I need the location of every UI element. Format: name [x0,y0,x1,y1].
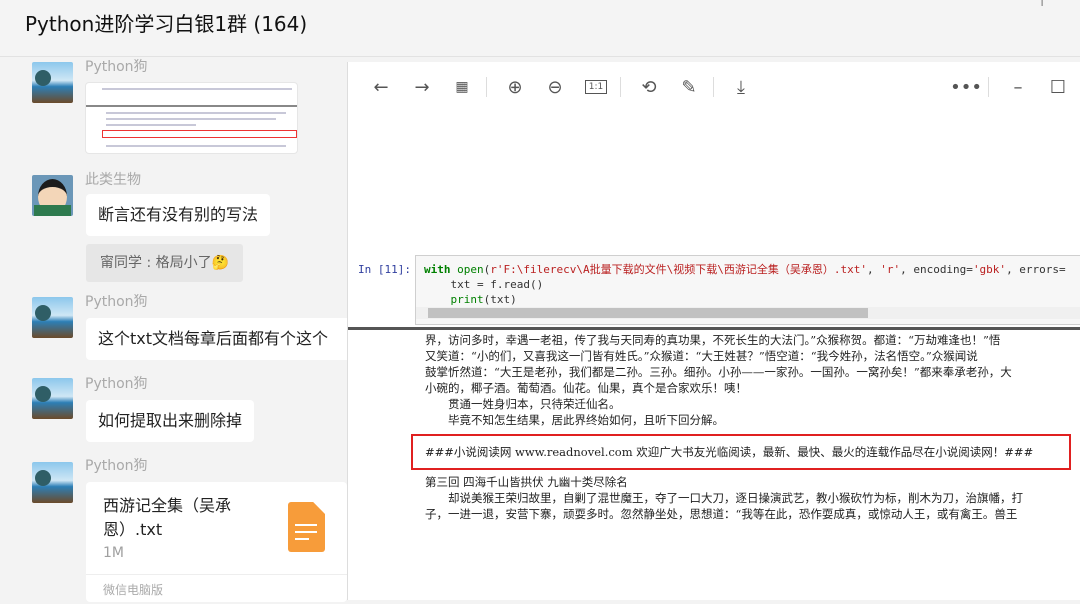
avatar[interactable] [32,462,73,503]
message-bubble[interactable]: 如何提取出来删除掉 [86,400,255,442]
sender-name: 此类生物 [85,172,141,188]
sender-name: Python狗 [85,59,148,75]
forward-arrow-icon[interactable]: → [409,74,435,100]
output-line: 却说美猴王荣归故里，自剿了混世魔王，夺了一口大刀，逐日操演武艺，教小猴砍竹为标，… [448,491,1023,505]
cell-prompt: In [11]: [358,263,411,276]
code-token: with [424,263,451,276]
zoom-out-icon[interactable]: ⊖ [542,74,568,100]
avatar[interactable] [32,378,73,419]
code-token: print [450,293,484,306]
message-bubble[interactable]: 这个txt文档每章后面都有个这个 [86,318,356,360]
sender-name: Python狗 [85,376,148,392]
code-token: r'F:\filerecv\A批量下载的文件\视频下载\西游记全集（吴承恩）.t… [490,263,867,276]
sender-name: Python狗 [85,294,148,310]
output-line: 鼓掌忻然道：“大王是老孙，我们都是二孙。三孙。细孙。小孙——一家孙。一国孙。一窝… [425,365,1012,379]
image-thumbnail[interactable] [85,82,298,154]
code-token: open [457,263,484,276]
edit-icon[interactable]: ✎ [676,74,702,100]
download-icon[interactable]: ⤓ [728,74,754,100]
document-icon [288,502,325,552]
back-arrow-icon[interactable]: ← [368,74,394,100]
code-token: , encoding= [900,263,973,276]
code-token: , errors= [1006,263,1066,276]
maximize-icon[interactable]: ☐ [1045,74,1071,100]
minimize-icon[interactable]: – [1005,74,1031,100]
code-token: 'gbk' [972,263,1007,276]
chat-title: Python进阶学习白银1群 (164) [25,12,308,36]
chapter-title: 第三回 四海千山皆拱伏 九幽十类尽除名 [425,475,628,489]
output-line: 毕竟不知怎生结果，居此界终始如何，且听下回分解。 [448,413,724,427]
code-line: txt = f.read() [424,278,544,291]
file-card[interactable]: 西游记全集（吴承恩）.txt 1M 微信电脑版 [86,482,347,602]
image-viewer: ← → ▦ ⊕ ⊖ 1:1 ⟲ ✎ ⤓ ••• – ☐ In [11]: wit… [347,62,1080,600]
file-size: 1M [103,545,124,561]
file-name: 西游记全集（吴承恩）.txt [103,496,232,539]
notebook-code-cell[interactable]: In [11]: with open(r'F:\filerecv\A批量下载的文… [348,255,1080,327]
viewer-toolbar: ← → ▦ ⊕ ⊖ 1:1 ⟲ ✎ ⤓ ••• – ☐ [348,62,1080,112]
output-line: 贯通一姓身归本，只待荣迁仙名。 [448,397,621,411]
output-line: 子，一进一退，安营下寨，顽耍多时。忽然静坐处，思想道：“我等在此，恐作耍成真，或… [425,507,1018,521]
horizontal-scrollbar[interactable] [416,307,1080,319]
grid-icon[interactable]: ▦ [449,74,475,100]
rotate-icon[interactable]: ⟲ [636,74,662,100]
avatar[interactable] [32,175,73,216]
avatar[interactable] [32,297,73,338]
chat-header: Python进阶学习白银1群 (164) ⊤ [0,0,1080,57]
code-token: (txt) [483,293,517,306]
output-line: 小碗的，椰子酒。葡萄酒。仙花。仙果，真个是合家欢乐！咦！ [425,381,747,395]
pin-icon[interactable]: ⊤ [1036,0,1048,10]
zoom-in-icon[interactable]: ⊕ [502,74,528,100]
output-line: 界，访问多时，幸遇一老祖，传了我与天同寿的真功果，不死长生的大法门。”众猴称贺。… [425,333,1001,347]
more-icon[interactable]: ••• [950,74,982,100]
code-token: , [866,263,881,276]
message-bubble[interactable]: 断言还有没有别的写法 [86,194,271,236]
cell-output: 界，访问多时，幸遇一老祖，传了我与天同寿的真功果，不死长生的大法门。”众猴称贺。… [348,327,1080,537]
quoted-message[interactable]: 甯同学 : 格局小了🤔 [86,244,244,282]
avatar[interactable] [32,62,73,103]
actual-size-icon[interactable]: 1:1 [583,74,609,100]
code-token: 'r' [880,263,901,276]
output-line: 又笑道：“小的们，又喜我这一门皆有姓氏。”众猴道：“大王姓甚？”悟空道：“我今姓… [425,349,978,363]
highlighted-ad-line: ###小说阅读网 www.readnovel.com 欢迎广大书友光临阅读，最新… [411,434,1071,470]
sender-name: Python狗 [85,458,148,474]
